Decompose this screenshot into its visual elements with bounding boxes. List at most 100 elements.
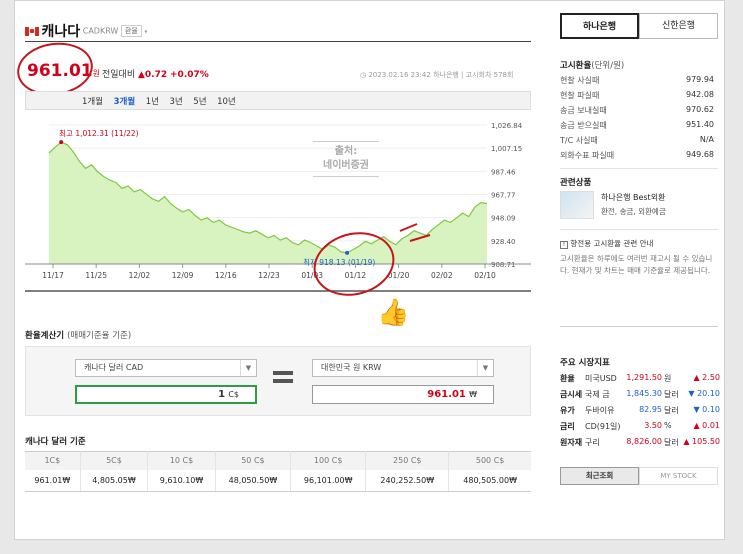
market-category: 금시세 bbox=[560, 390, 583, 399]
notice-label: T/C 사실때 bbox=[560, 136, 598, 145]
notice-value: N/A bbox=[699, 135, 714, 144]
table-header: 50 C$ bbox=[215, 451, 292, 470]
y-tick-label: 967.77 bbox=[491, 192, 516, 200]
tab-3month[interactable]: 3개월 bbox=[110, 95, 140, 107]
exchange-rate-page: 캐나다 CADKRW 환율 ▾ 하나은행 신한은행 961.01 원 전일대비 ▲… bbox=[13, 0, 725, 540]
notice-label: 송금 보내실때 bbox=[560, 106, 607, 115]
notice-label: 외화수표 파실때 bbox=[560, 151, 615, 160]
market-unit: 원 bbox=[664, 374, 672, 383]
x-tick-label: 12/09 bbox=[172, 271, 194, 280]
timestamp: 2023.02.16 23:42 bbox=[368, 71, 431, 79]
market-unit: 달러 bbox=[664, 438, 679, 447]
guide-title-row: ! 향전용 고시환율 관련 안내 bbox=[560, 238, 653, 249]
table-cell: 48,050.50₩ bbox=[215, 469, 292, 492]
product-thumbnail[interactable] bbox=[560, 191, 594, 219]
canada-flag-icon bbox=[25, 26, 39, 36]
market-unit: 달러 bbox=[664, 390, 679, 399]
change-value: ▲0.72 bbox=[138, 70, 168, 80]
tab-3year[interactable]: 3년 bbox=[166, 95, 187, 107]
market-value: 8,826.00 bbox=[626, 437, 662, 446]
notice-rates-title: 고시환율(단위/원) bbox=[560, 59, 624, 71]
table-header: 100 C$ bbox=[290, 451, 367, 470]
change-label: 전일대비 bbox=[102, 70, 136, 80]
table-cell: 96,101.00₩ bbox=[290, 469, 367, 492]
notice-value: 979.94 bbox=[686, 75, 714, 84]
guide-title: 향전용 고시환율 관련 안내 bbox=[570, 239, 654, 248]
chevron-down-icon: ▼ bbox=[477, 360, 493, 376]
related-title: 관련상품 bbox=[560, 178, 592, 188]
tab-shinhan-bank[interactable]: 신한은행 bbox=[639, 13, 718, 39]
watermark-line-1: 출처: bbox=[334, 146, 358, 157]
annotation-strokes bbox=[399, 223, 431, 242]
high-point bbox=[59, 140, 64, 145]
market-name: 미국USD bbox=[585, 374, 617, 383]
tab-5year[interactable]: 5년 bbox=[189, 95, 210, 107]
product-name[interactable]: 하나은행 Best외환 bbox=[601, 192, 665, 203]
currency-name: 캐나다 bbox=[41, 24, 81, 40]
table-cell: 240,252.50₩ bbox=[365, 469, 450, 492]
to-currency-label: 대한민국 원 KRW bbox=[321, 363, 382, 372]
table-cell: 480,505.00₩ bbox=[448, 469, 531, 492]
to-currency-select[interactable]: 대한민국 원 KRW ▼ bbox=[312, 359, 494, 377]
watermark-line-2: 네이버증권 bbox=[323, 160, 369, 171]
y-tick-label: 1,007.15 bbox=[491, 145, 522, 153]
to-amount-output[interactable]: 961.01 ₩ bbox=[312, 385, 494, 404]
rate-unit: 원 bbox=[92, 69, 100, 78]
period-tabs: 1개월 3개월 1년 3년 5년 10년 bbox=[25, 91, 531, 110]
market-change: ▲ 0.01 bbox=[693, 421, 720, 430]
from-currency-select[interactable]: 캐나다 달러 CAD ▼ bbox=[75, 359, 257, 377]
market-row[interactable]: 환율 미국USD 1,291.50 원 ▲ 2.50 bbox=[560, 373, 720, 388]
table-cell: 9,610.10₩ bbox=[147, 469, 216, 492]
market-category: 금리 bbox=[560, 422, 575, 431]
table-header-row: 1C$ 5C$ 10 C$ 50 C$ 100 C$ 250 C$ 500 C$ bbox=[25, 451, 531, 470]
notice-label: 현찰 파실때 bbox=[560, 91, 600, 100]
bank-name: 하나은행 bbox=[433, 71, 459, 79]
notice-row: 현찰 파실때 942.08 bbox=[560, 90, 718, 105]
notice-row: 송금 받으실때 951.40 bbox=[560, 120, 718, 135]
table-cell: 961.01₩ bbox=[25, 469, 81, 492]
x-tick-label: 12/23 bbox=[258, 271, 280, 280]
source-watermark: 출처: 네이버증권 bbox=[313, 141, 379, 177]
table-header: 1C$ bbox=[25, 451, 81, 470]
table-row: 961.01₩ 4,805.05₩ 9,610.10₩ 48,050.50₩ 9… bbox=[25, 469, 531, 492]
x-tick-label: 02/02 bbox=[431, 271, 453, 280]
from-unit: C$ bbox=[228, 390, 239, 399]
market-change: ▼ 20.10 bbox=[688, 389, 720, 398]
currency-header: 캐나다 CADKRW 환율 ▾ bbox=[25, 21, 147, 41]
market-unit: 달러 bbox=[664, 406, 679, 415]
from-amount: 1 bbox=[218, 389, 226, 400]
market-row[interactable]: 금시세 국제 금 1,845.30 달러 ▼ 20.10 bbox=[560, 389, 720, 404]
notice-row: T/C 사실때 N/A bbox=[560, 135, 718, 150]
tab-my-stock[interactable]: MY STOCK bbox=[639, 467, 718, 485]
market-row[interactable]: 원자재 구리 8,826.00 달러 ▲ 105.50 bbox=[560, 437, 720, 452]
tab-recent[interactable]: 최근조회 bbox=[560, 467, 639, 485]
table-header: 250 C$ bbox=[365, 451, 450, 470]
market-name: CD(91일) bbox=[585, 422, 621, 431]
market-unit: % bbox=[664, 421, 672, 430]
equals-icon bbox=[273, 371, 293, 385]
notice-value: 951.40 bbox=[686, 120, 714, 129]
table-header: 5C$ bbox=[80, 451, 149, 470]
market-category: 유가 bbox=[560, 406, 575, 415]
tab-1month[interactable]: 1개월 bbox=[78, 95, 107, 107]
chevron-down-icon: ▾ bbox=[144, 28, 148, 36]
x-tick-label: 12/16 bbox=[215, 271, 237, 280]
market-row[interactable]: 금리 CD(91일) 3.50% ▲ 0.01 bbox=[560, 421, 720, 436]
change-percent: +0.07% bbox=[170, 70, 209, 80]
table-title: 캐나다 달러 기준 bbox=[25, 437, 86, 447]
notice-unit: (단위/원) bbox=[591, 61, 625, 71]
tab-10year[interactable]: 10년 bbox=[213, 95, 240, 107]
x-tick-label: 02/10 bbox=[474, 271, 496, 280]
exchange-tag[interactable]: 환율 bbox=[120, 25, 142, 37]
notice-row: 외화수표 파실때 949.68 bbox=[560, 150, 718, 165]
notice-label: 현찰 사실때 bbox=[560, 76, 600, 85]
y-tick-label: 948.09 bbox=[491, 215, 516, 223]
exchange-rate-chart: 1,026.84 1,007.15 987.46 967.77 948.09 928.40… bbox=[25, 122, 531, 292]
tab-1year[interactable]: 1년 bbox=[142, 95, 163, 107]
from-amount-input[interactable]: 1 C$ bbox=[75, 385, 257, 404]
conversion-table: 1C$ 5C$ 10 C$ 50 C$ 100 C$ 250 C$ 500 C$… bbox=[25, 451, 531, 492]
notice-value: 970.62 bbox=[686, 105, 714, 114]
tab-hana-bank[interactable]: 하나은행 bbox=[560, 13, 639, 39]
market-value: 1,845.30 bbox=[626, 389, 662, 398]
market-row[interactable]: 유가 두바이유 82.95 달러 ▼ 0.10 bbox=[560, 405, 720, 420]
